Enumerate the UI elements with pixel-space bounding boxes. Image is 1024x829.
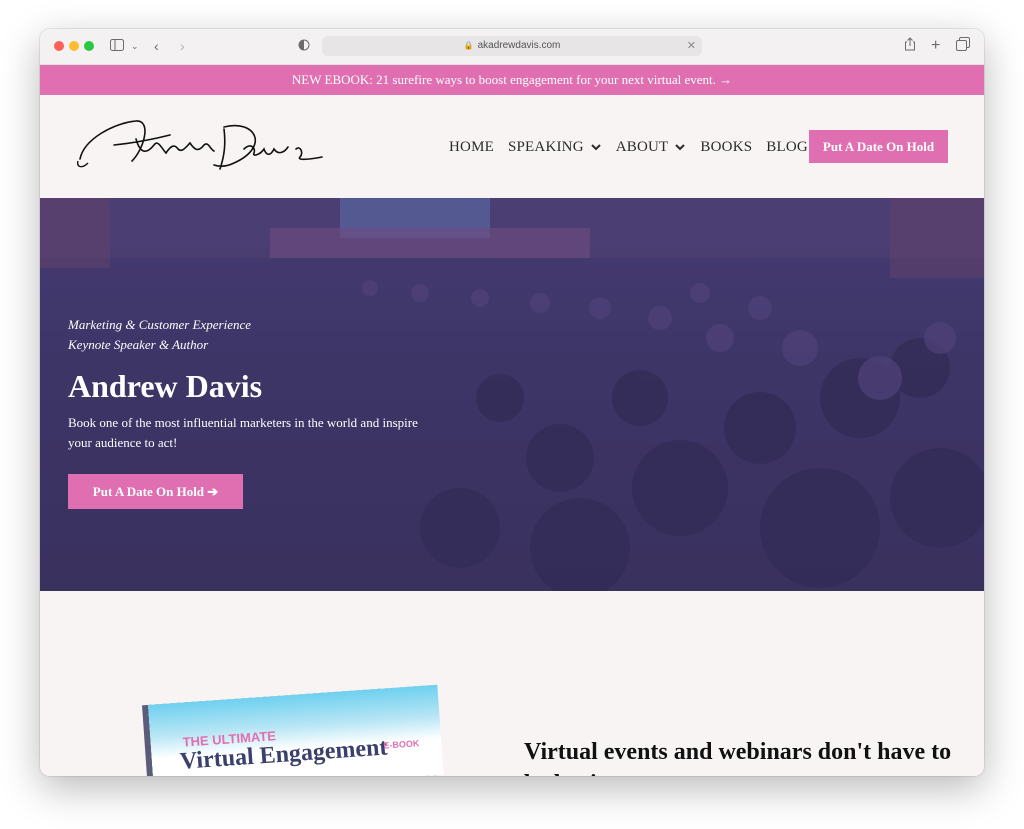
sidebar-icon[interactable] <box>110 37 124 55</box>
address-bar[interactable]: 🔒 akadrewdavis.com ✕ <box>322 36 702 56</box>
url-text: akadrewdavis.com <box>477 40 561 51</box>
nav-label: BLOG <box>766 138 808 155</box>
nav-label: HOME <box>449 138 494 155</box>
hero-title: Andrew Davis <box>68 368 263 404</box>
ebook-section: THE ULTIMATE Virtual Engagement E-BOOK V… <box>40 591 984 776</box>
section-heading: Virtual events and webinars don't have t… <box>524 739 952 776</box>
browser-window: ⌄ ‹ › 🔒 akadrewdavis.com ✕ + NEW EBOOK: 2… <box>40 29 984 776</box>
lock-icon: 🔒 <box>463 41 474 50</box>
nav-item-about[interactable]: ABOUT <box>616 139 687 156</box>
privacy-shield-icon[interactable] <box>298 37 310 55</box>
tabs-overview-icon[interactable] <box>956 37 970 55</box>
browser-toolbar: ⌄ ‹ › 🔒 akadrewdavis.com ✕ + <box>40 29 984 65</box>
back-arrow-icon[interactable]: ‹ <box>154 37 159 55</box>
hero-section: Marketing & Customer Experience Keynote … <box>40 198 984 591</box>
site-header: HOME SPEAKING ABOUT BOOKS BLOG Put A Dat… <box>40 95 984 198</box>
hero-description: Book one of the most influential markete… <box>68 415 418 450</box>
hero-subtitle-line2: Keynote Speaker & Author <box>68 337 209 352</box>
nav-label: BOOKS <box>700 138 753 155</box>
zoom-window-button[interactable] <box>84 41 94 51</box>
chevron-down-icon <box>675 144 686 151</box>
forward-arrow-icon[interactable]: › <box>180 37 185 55</box>
site-logo[interactable] <box>74 109 324 181</box>
minimize-window-button[interactable] <box>69 41 79 51</box>
new-tab-icon[interactable]: + <box>931 37 940 55</box>
nav-item-books[interactable]: BOOKS <box>700 139 752 156</box>
nav-label: SPEAKING <box>507 138 584 155</box>
hero-subtitle-line1: Marketing & Customer Experience <box>68 317 252 332</box>
nav-item-speaking[interactable]: SPEAKING <box>508 139 602 156</box>
chevron-down-icon[interactable]: ⌄ <box>131 37 139 55</box>
ebook-tag: E-BOOK <box>383 738 420 751</box>
nav-label: ABOUT <box>615 138 669 155</box>
announcement-bar[interactable]: NEW EBOOK: 21 surefire ways to boost eng… <box>40 65 984 95</box>
hero-subtitle: Marketing & Customer Experience Keynote … <box>68 315 251 355</box>
main-nav: HOME SPEAKING ABOUT BOOKS BLOG <box>449 133 822 161</box>
hero-put-date-on-hold-button[interactable]: Put A Date On Hold ➔ <box>68 474 243 509</box>
put-date-on-hold-button[interactable]: Put A Date On Hold <box>809 130 948 163</box>
nav-item-home[interactable]: HOME <box>449 139 494 156</box>
close-window-button[interactable] <box>54 41 64 51</box>
share-icon[interactable] <box>904 37 916 55</box>
ebook-cover-image[interactable]: THE ULTIMATE Virtual Engagement E-BOOK <box>148 684 444 776</box>
nav-item-blog[interactable]: BLOG <box>766 139 808 156</box>
announcement-text[interactable]: NEW EBOOK: 21 surefire ways to boost eng… <box>292 72 732 87</box>
clear-url-icon[interactable]: ✕ <box>687 36 696 56</box>
chevron-down-icon <box>591 144 601 151</box>
